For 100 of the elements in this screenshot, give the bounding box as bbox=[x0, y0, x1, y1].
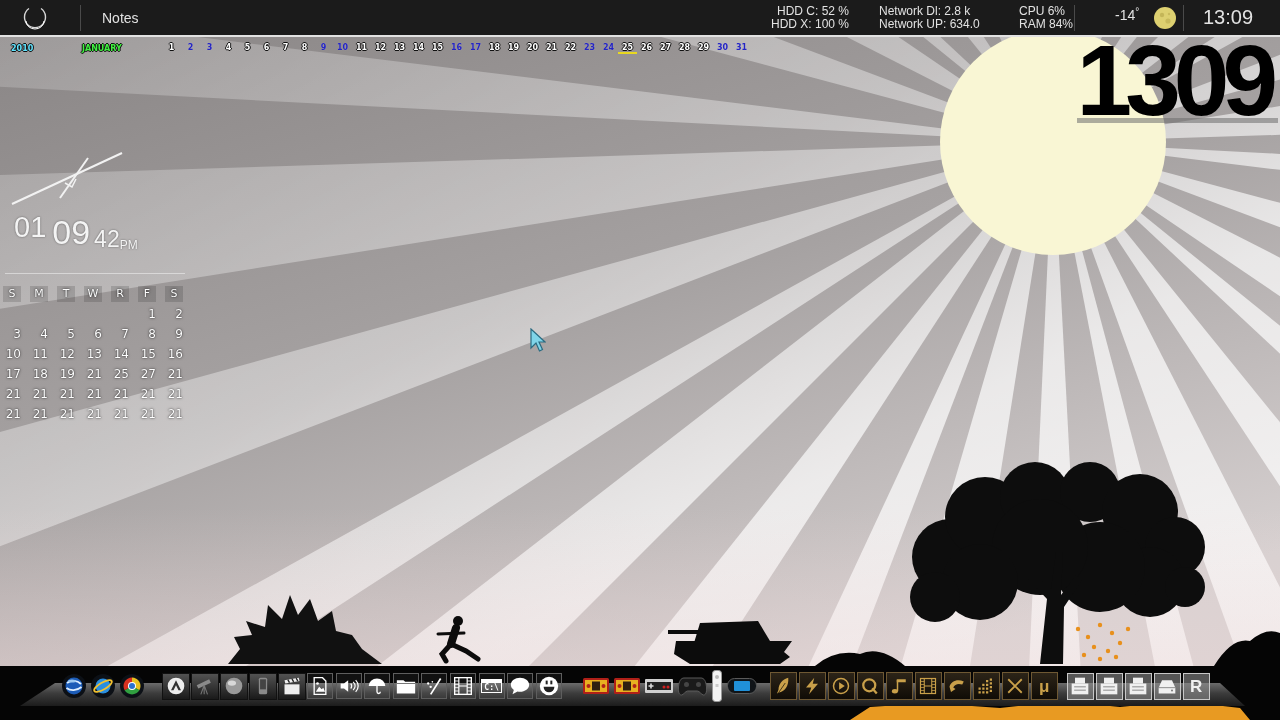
calendar-day: 27 bbox=[138, 364, 156, 384]
dock-button[interactable] bbox=[249, 672, 277, 700]
dock-button[interactable]: R bbox=[1182, 672, 1210, 700]
day-number: 5 bbox=[243, 43, 252, 54]
dock-button[interactable] bbox=[62, 674, 86, 698]
printer-icon bbox=[1070, 676, 1091, 696]
calendar-day: 21 bbox=[30, 384, 48, 404]
dock-button[interactable] bbox=[972, 672, 1000, 700]
chevron-disc-icon bbox=[166, 676, 186, 696]
day-number: 7 bbox=[281, 43, 290, 54]
day-number: 9 bbox=[319, 43, 328, 54]
chat-bubble-icon bbox=[510, 676, 531, 696]
day-number: 16 bbox=[449, 43, 464, 54]
dock-button[interactable] bbox=[364, 673, 391, 699]
day-number: 21 bbox=[544, 43, 559, 54]
calendar-day: 21 bbox=[57, 384, 75, 404]
moon-icon bbox=[1154, 6, 1176, 29]
clock-text: 13:09 bbox=[1203, 6, 1255, 29]
dock-button[interactable] bbox=[943, 672, 971, 700]
dock-button[interactable] bbox=[421, 673, 448, 699]
clock-hands-icon bbox=[10, 151, 125, 206]
handheld-console-icon bbox=[582, 678, 609, 694]
dock-button[interactable] bbox=[307, 673, 333, 699]
play-circle-icon bbox=[832, 677, 851, 695]
clapperboard-icon bbox=[282, 676, 302, 696]
minute-digits: 09 bbox=[52, 213, 91, 251]
dock-button[interactable] bbox=[335, 673, 362, 699]
calendar-day: 15 bbox=[138, 344, 156, 364]
planet-icon bbox=[91, 674, 115, 698]
day-number: 3 bbox=[205, 43, 214, 54]
dock-button[interactable] bbox=[191, 672, 219, 700]
curved-arrow-icon bbox=[948, 677, 967, 695]
calendar-day: 7 bbox=[111, 324, 129, 344]
dock-button[interactable] bbox=[162, 672, 190, 700]
calendar-day: 21 bbox=[165, 364, 183, 384]
calendar-day: 21 bbox=[84, 384, 102, 404]
calendar-day: 3 bbox=[3, 324, 21, 344]
calendar-day: 4 bbox=[30, 324, 48, 344]
dock-button[interactable] bbox=[220, 672, 248, 700]
dock-button[interactable] bbox=[856, 672, 884, 700]
calendar-day: 21 bbox=[165, 384, 183, 404]
day-number: 25 bbox=[618, 43, 637, 54]
calendar-day: 5 bbox=[57, 324, 75, 344]
calendar-day: 21 bbox=[3, 404, 21, 424]
status-text: CPU 6% bbox=[1019, 4, 1066, 18]
status-text: HDD C: 52 % bbox=[776, 4, 849, 18]
calendar-day: 6 bbox=[84, 324, 102, 344]
calendar-day: 1 bbox=[138, 304, 156, 324]
month-label: JANUARY bbox=[82, 44, 123, 53]
dock-button[interactable] bbox=[120, 674, 144, 698]
calendar-day: 17 bbox=[3, 364, 21, 384]
weekday-header: W bbox=[84, 286, 102, 302]
day-number: 10 bbox=[335, 43, 350, 54]
day-number: 20 bbox=[525, 43, 540, 54]
dock-button[interactable] bbox=[885, 672, 913, 700]
dock-button[interactable]: C:\ bbox=[478, 673, 505, 699]
dock-button[interactable] bbox=[726, 678, 757, 694]
dock-button[interactable] bbox=[644, 679, 673, 693]
dock-button[interactable] bbox=[582, 678, 609, 694]
weekday-header: M bbox=[30, 286, 48, 302]
dock-button[interactable] bbox=[769, 672, 797, 700]
dock-button[interactable] bbox=[392, 673, 419, 699]
dock-button[interactable] bbox=[613, 678, 640, 694]
dock-button[interactable] bbox=[507, 673, 534, 699]
am-pm-label: PM bbox=[119, 238, 138, 252]
day-number: 30 bbox=[715, 43, 730, 54]
film-strip-icon bbox=[919, 677, 938, 695]
second-digits: 42 bbox=[94, 226, 120, 252]
calendar-day: 2 bbox=[165, 304, 183, 324]
music-note-icon bbox=[890, 677, 909, 695]
weekday-header: S bbox=[3, 286, 21, 302]
dock-button[interactable] bbox=[1001, 672, 1029, 700]
dock-button[interactable] bbox=[91, 674, 115, 698]
day-number: 15 bbox=[430, 43, 445, 54]
day-number: 6 bbox=[262, 43, 271, 54]
dock-button[interactable] bbox=[798, 672, 826, 700]
day-number: 8 bbox=[300, 43, 309, 54]
tricolor-wheel-icon bbox=[120, 674, 144, 698]
status-text: Network UP: 634.0 bbox=[879, 17, 981, 31]
day-number: 22 bbox=[563, 43, 578, 54]
day-number: 23 bbox=[582, 43, 597, 54]
printer-icon bbox=[1128, 676, 1149, 696]
dock-button[interactable] bbox=[711, 670, 722, 702]
day-number: 19 bbox=[506, 43, 521, 54]
dock-button[interactable] bbox=[278, 672, 306, 700]
dock-button[interactable] bbox=[827, 672, 855, 700]
falling-leaves-drawing bbox=[1075, 622, 1131, 662]
cross-icon bbox=[1006, 677, 1025, 695]
day-number: 31 bbox=[734, 43, 749, 54]
smiley-icon bbox=[538, 676, 559, 696]
day-number: 1 bbox=[167, 43, 176, 54]
calendar-day: 21 bbox=[111, 384, 129, 404]
weekday-header: R bbox=[111, 286, 129, 302]
calendar-day: 21 bbox=[165, 404, 183, 424]
weekday-header: T bbox=[57, 286, 75, 302]
day-number: 18 bbox=[487, 43, 502, 54]
dock-button[interactable] bbox=[535, 673, 562, 699]
dock-button[interactable] bbox=[914, 672, 942, 700]
dock-button[interactable]: μ bbox=[1030, 672, 1058, 700]
dock-button[interactable] bbox=[449, 673, 476, 699]
